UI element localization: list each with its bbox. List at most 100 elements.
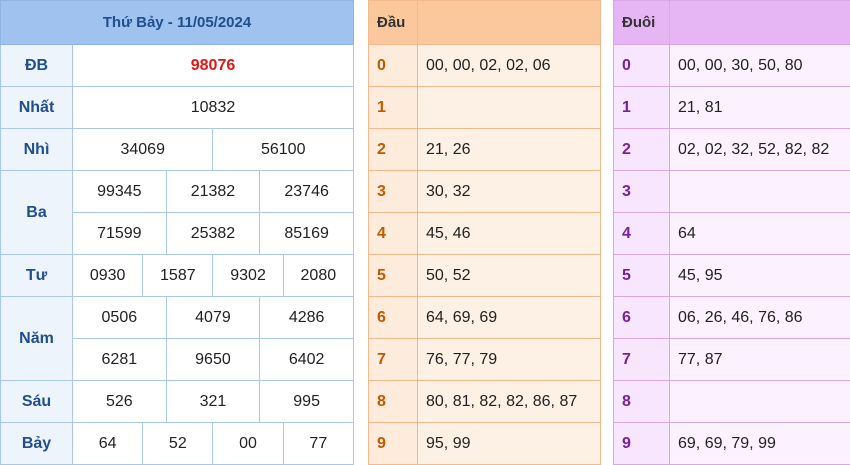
dau-digit: 0 bbox=[369, 45, 418, 87]
duoi-digit: 9 bbox=[614, 423, 670, 465]
dau-values bbox=[418, 87, 601, 129]
prize-label-nhi: Nhì bbox=[1, 129, 73, 171]
dau-values: 30, 32 bbox=[418, 171, 601, 213]
prize-value-ba: 21382 bbox=[166, 171, 260, 213]
dau-digit: 6 bbox=[369, 297, 418, 339]
prize-value-bay: 00 bbox=[213, 423, 283, 465]
prize-row-nam: Năm 0506 4079 4286 bbox=[1, 297, 354, 339]
duoi-row: 000, 00, 30, 50, 80 bbox=[614, 45, 850, 87]
duoi-values: 00, 00, 30, 50, 80 bbox=[670, 45, 850, 87]
duoi-row: 8 bbox=[614, 381, 850, 423]
prize-row-nhat: Nhất 10832 bbox=[1, 87, 354, 129]
dau-row: 880, 81, 82, 82, 86, 87 bbox=[369, 381, 601, 423]
dau-digit: 8 bbox=[369, 381, 418, 423]
duoi-values: 06, 26, 46, 76, 86 bbox=[670, 297, 850, 339]
dau-values: 76, 77, 79 bbox=[418, 339, 601, 381]
duoi-values: 45, 95 bbox=[670, 255, 850, 297]
prize-value-ba: 23746 bbox=[260, 171, 354, 213]
dau-values: 95, 99 bbox=[418, 423, 601, 465]
dau-row: 550, 52 bbox=[369, 255, 601, 297]
prize-value-db: 98076 bbox=[73, 45, 354, 87]
dau-row: 776, 77, 79 bbox=[369, 339, 601, 381]
prize-value-sau: 526 bbox=[73, 381, 167, 423]
dau-digit: 3 bbox=[369, 171, 418, 213]
prize-row-tu: Tư 0930 1587 9302 2080 bbox=[1, 255, 354, 297]
prize-row-bay: Bảy 64 52 00 77 bbox=[1, 423, 354, 465]
dau-header: Đầu bbox=[369, 1, 418, 45]
duoi-digit: 8 bbox=[614, 381, 670, 423]
prize-value-sau: 321 bbox=[166, 381, 260, 423]
dau-digit: 9 bbox=[369, 423, 418, 465]
dau-digit: 5 bbox=[369, 255, 418, 297]
prize-label-ba: Ba bbox=[1, 171, 73, 255]
duoi-values: 64 bbox=[670, 213, 850, 255]
prize-value-ba: 71599 bbox=[73, 213, 167, 255]
prize-value-bay: 64 bbox=[73, 423, 143, 465]
duoi-digit: 6 bbox=[614, 297, 670, 339]
dau-header-blank bbox=[418, 1, 601, 45]
duoi-digit: 3 bbox=[614, 171, 670, 213]
prize-value-nam: 9650 bbox=[166, 339, 260, 381]
dau-values: 50, 52 bbox=[418, 255, 601, 297]
dau-row: 330, 32 bbox=[369, 171, 601, 213]
duoi-digit: 1 bbox=[614, 87, 670, 129]
prize-value-nhat: 10832 bbox=[73, 87, 354, 129]
duoi-values: 69, 69, 79, 99 bbox=[670, 423, 850, 465]
dau-digit: 7 bbox=[369, 339, 418, 381]
duoi-header-blank bbox=[670, 1, 850, 45]
duoi-row: 969, 69, 79, 99 bbox=[614, 423, 850, 465]
duoi-digit: 2 bbox=[614, 129, 670, 171]
duoi-row: 464 bbox=[614, 213, 850, 255]
duoi-values: 77, 87 bbox=[670, 339, 850, 381]
prize-value-nam: 4079 bbox=[166, 297, 260, 339]
prize-value-nhi: 34069 bbox=[73, 129, 213, 171]
duoi-digit: 7 bbox=[614, 339, 670, 381]
dau-digit: 1 bbox=[369, 87, 418, 129]
results-table: Thứ Bảy - 11/05/2024 ĐB 98076 Nhất 10832… bbox=[0, 0, 354, 465]
duoi-values bbox=[670, 171, 850, 213]
duoi-digit: 5 bbox=[614, 255, 670, 297]
duoi-row: 606, 26, 46, 76, 86 bbox=[614, 297, 850, 339]
prize-value-ba: 99345 bbox=[73, 171, 167, 213]
prize-value-ba: 85169 bbox=[260, 213, 354, 255]
duoi-table: Đuôi 000, 00, 30, 50, 80 121, 81 202, 02… bbox=[613, 0, 850, 465]
prize-value-nam: 6402 bbox=[260, 339, 354, 381]
prize-value-sau: 995 bbox=[260, 381, 354, 423]
dau-row: 995, 99 bbox=[369, 423, 601, 465]
prize-value-nam: 6281 bbox=[73, 339, 167, 381]
prize-label-nhat: Nhất bbox=[1, 87, 73, 129]
prize-label-nam: Năm bbox=[1, 297, 73, 381]
prize-value-ba: 25382 bbox=[166, 213, 260, 255]
prize-value-nam: 0506 bbox=[73, 297, 167, 339]
dau-table: Đầu 000, 00, 02, 02, 06 1 221, 26 330, 3… bbox=[368, 0, 601, 465]
dau-values: 64, 69, 69 bbox=[418, 297, 601, 339]
prize-value-nam: 4286 bbox=[260, 297, 354, 339]
dau-row: 000, 00, 02, 02, 06 bbox=[369, 45, 601, 87]
prize-value-tu: 0930 bbox=[73, 255, 143, 297]
duoi-row: 202, 02, 32, 52, 82, 82 bbox=[614, 129, 850, 171]
prize-value-bay: 52 bbox=[143, 423, 213, 465]
dau-row: 445, 46 bbox=[369, 213, 601, 255]
duoi-header: Đuôi bbox=[614, 1, 670, 45]
dau-row: 1 bbox=[369, 87, 601, 129]
dau-row: 664, 69, 69 bbox=[369, 297, 601, 339]
dau-values: 21, 26 bbox=[418, 129, 601, 171]
prize-value-tu: 2080 bbox=[283, 255, 353, 297]
duoi-values: 02, 02, 32, 52, 82, 82 bbox=[670, 129, 850, 171]
dau-values: 00, 00, 02, 02, 06 bbox=[418, 45, 601, 87]
duoi-values bbox=[670, 381, 850, 423]
duoi-row: 777, 87 bbox=[614, 339, 850, 381]
duoi-digit: 0 bbox=[614, 45, 670, 87]
prize-label-bay: Bảy bbox=[1, 423, 73, 465]
prize-value-nhi: 56100 bbox=[213, 129, 354, 171]
prize-row-db: ĐB 98076 bbox=[1, 45, 354, 87]
prize-label-db: ĐB bbox=[1, 45, 73, 87]
prize-value-tu: 9302 bbox=[213, 255, 283, 297]
dau-values: 80, 81, 82, 82, 86, 87 bbox=[418, 381, 601, 423]
duoi-row: 121, 81 bbox=[614, 87, 850, 129]
prize-row-nhi: Nhì 34069 56100 bbox=[1, 129, 354, 171]
duoi-row: 3 bbox=[614, 171, 850, 213]
results-title: Thứ Bảy - 11/05/2024 bbox=[1, 1, 354, 45]
dau-digit: 4 bbox=[369, 213, 418, 255]
prize-label-tu: Tư bbox=[1, 255, 73, 297]
